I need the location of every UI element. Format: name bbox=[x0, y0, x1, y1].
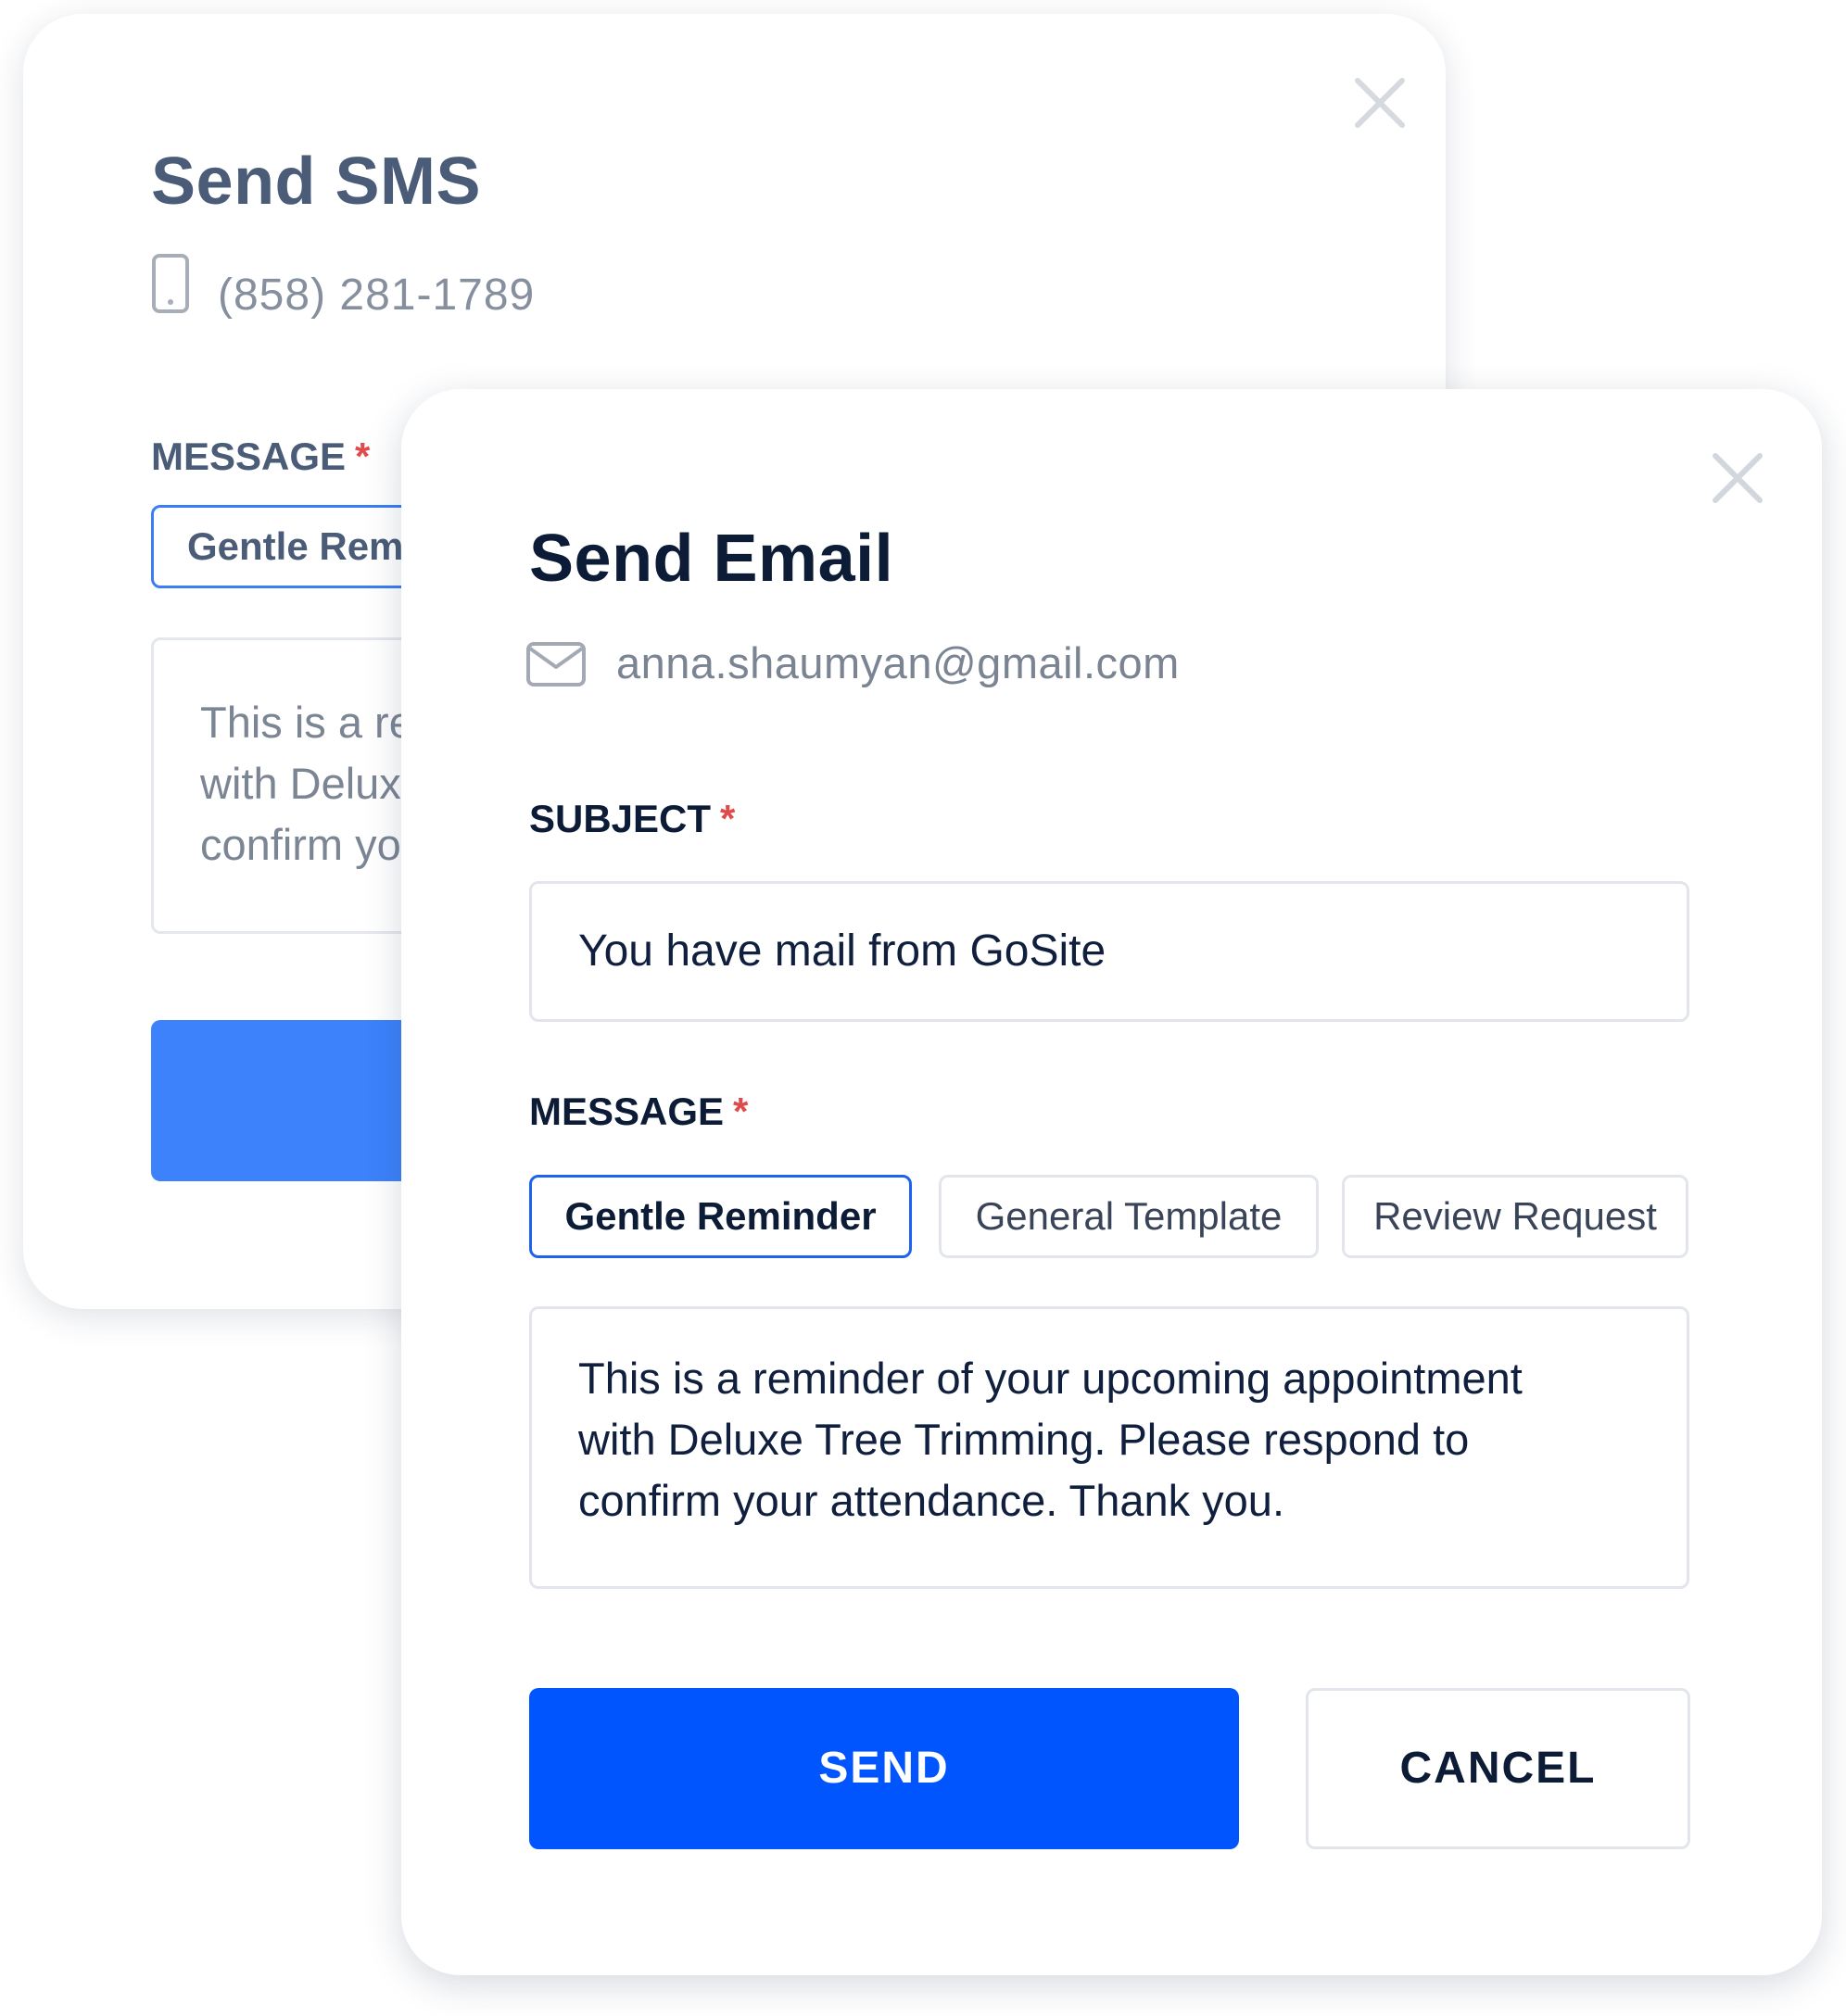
sms-dialog-title: Send SMS bbox=[151, 145, 482, 219]
phone-icon bbox=[152, 254, 189, 313]
mail-icon bbox=[526, 642, 586, 687]
template-chip-general-template[interactable]: General Template bbox=[939, 1175, 1319, 1258]
email-dialog: Send Email anna.shaumyan@gmail.com SUBJE… bbox=[401, 389, 1822, 1975]
message-textarea[interactable]: This is a reminder of your upcoming appo… bbox=[529, 1306, 1689, 1589]
sms-message-label-text: MESSAGE bbox=[151, 435, 347, 478]
phone-number: (858) 281-1789 bbox=[218, 271, 536, 320]
cancel-button[interactable]: CANCEL bbox=[1306, 1688, 1690, 1849]
send-button[interactable]: SEND bbox=[529, 1688, 1239, 1849]
template-chip-review-request[interactable]: Review Request bbox=[1342, 1175, 1688, 1258]
required-marker: * bbox=[355, 435, 371, 478]
subject-label: SUBJECT * bbox=[529, 797, 735, 841]
sms-message-label: MESSAGE * bbox=[151, 435, 370, 479]
recipient-email: anna.shaumyan@gmail.com bbox=[616, 638, 1180, 687]
message-line: confirm your attendance. Thank you. bbox=[578, 1476, 1285, 1525]
close-icon[interactable] bbox=[1708, 448, 1767, 508]
message-line: This is a reminder of your upcoming appo… bbox=[578, 1354, 1523, 1403]
email-dialog-title: Send Email bbox=[529, 522, 894, 596]
subject-label-text: SUBJECT bbox=[529, 797, 712, 840]
message-label: MESSAGE * bbox=[529, 1090, 748, 1134]
close-icon[interactable] bbox=[1350, 73, 1410, 132]
required-marker: * bbox=[720, 797, 736, 840]
template-chip-gentle-reminder[interactable]: Gentle Reminder bbox=[529, 1175, 912, 1258]
required-marker: * bbox=[733, 1090, 749, 1133]
message-line: with Deluxe Tree Trimming. Please respon… bbox=[578, 1415, 1470, 1464]
message-label-text: MESSAGE bbox=[529, 1090, 725, 1133]
subject-input[interactable]: You have mail from GoSite bbox=[529, 881, 1689, 1022]
